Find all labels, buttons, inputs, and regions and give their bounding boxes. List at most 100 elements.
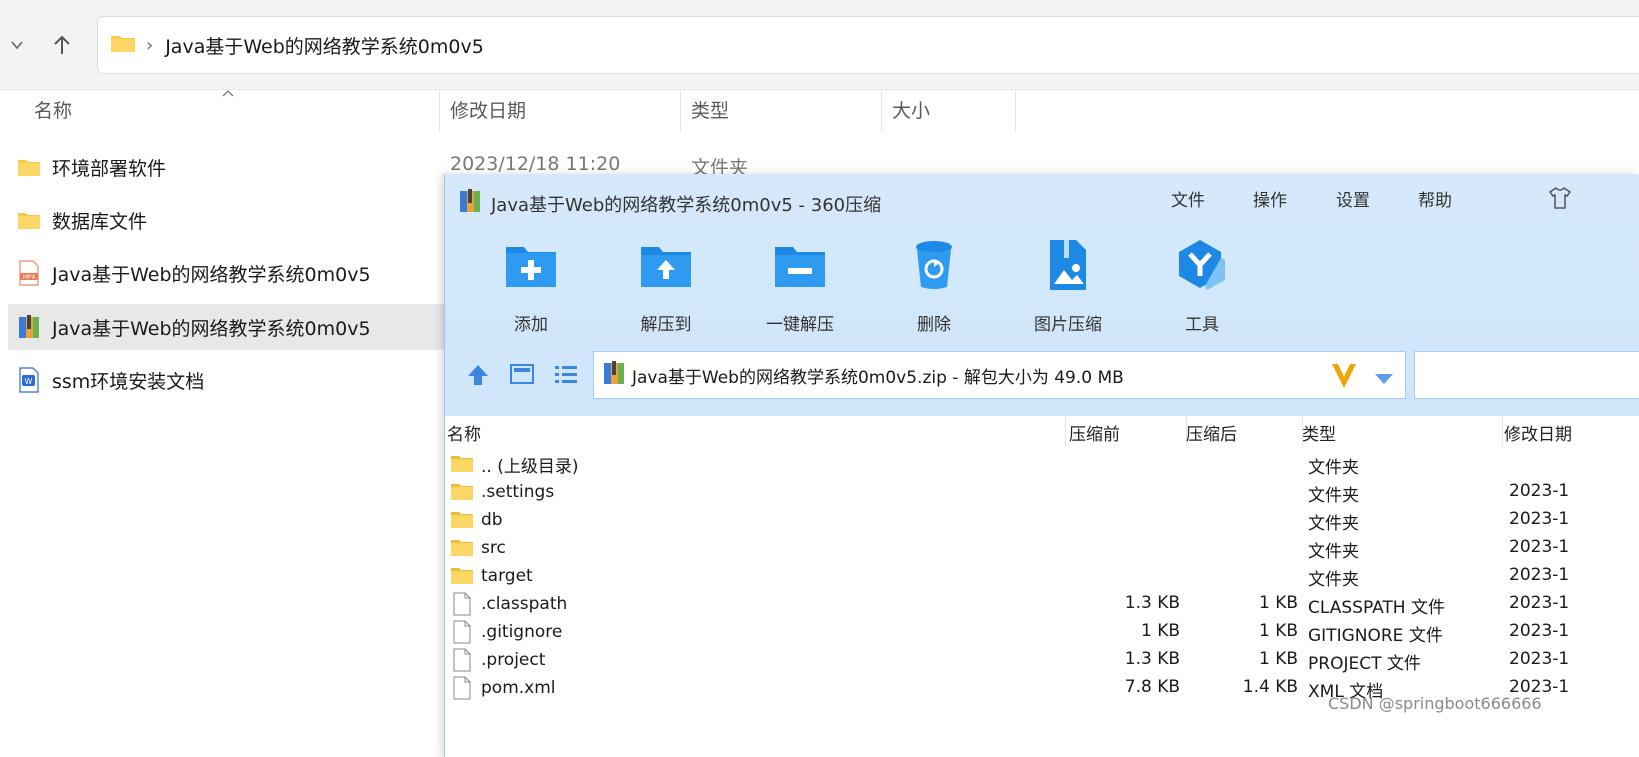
item-modified: 2023/12/18 11:20 [450, 153, 621, 175]
delete-button[interactable]: 删除 [874, 238, 994, 335]
folder-icon [110, 33, 136, 57]
col-header-modified[interactable]: 修改日期 [440, 90, 681, 132]
file-type: GITIGNORE 文件 [1308, 626, 1443, 646]
extract-to-button[interactable]: 解压到 [606, 238, 726, 335]
menu-operation[interactable]: 操作 [1253, 186, 1287, 211]
col-header-modified[interactable]: 修改日期 [1504, 420, 1572, 445]
file-date: 2023-1 [1509, 621, 1570, 641]
table-row[interactable]: .gitignore 1 KB 1 KB GITIGNORE 文件 2023-1 [445, 618, 1639, 646]
file-size-before: 1.3 KB [1124, 593, 1180, 613]
table-row[interactable]: src 文件夹 2023-1 [445, 534, 1639, 562]
file-date: 2023-1 [1509, 481, 1570, 501]
view-thumbnail-icon[interactable] [509, 362, 535, 390]
file-icon [449, 648, 475, 672]
file-date: 2023-1 [1509, 509, 1570, 529]
file-name: .classpath [481, 594, 568, 614]
list-item[interactable]: Java基于Web的网络教学系统0m0v5 [8, 304, 444, 350]
file-name: .. (上级目录) [481, 456, 579, 477]
list-item[interactable]: 数据库文件 [8, 197, 444, 243]
table-row[interactable]: .classpath 1.3 KB 1 KB CLASSPATH 文件 2023… [445, 590, 1639, 618]
item-name: Java基于Web的网络教学系统0m0v5 [52, 317, 371, 340]
file-name: src [481, 538, 506, 558]
folder-icon [449, 511, 475, 529]
file-icon [449, 620, 475, 644]
one-click-extract-label: 一键解压 [766, 315, 834, 335]
add-folder-icon [504, 241, 558, 293]
col-header-type[interactable]: 类型 [1302, 420, 1336, 445]
file-size-after: 1 KB [1258, 621, 1298, 641]
list-item[interactable]: W ssm环境安装文档 [8, 357, 444, 403]
explorer-column-headers: 名称 修改日期 类型 大小 [0, 90, 1639, 132]
col-header-type[interactable]: 类型 [681, 90, 882, 132]
window-title-text: Java基于Web的网络教学系统0m0v5 - 360压缩 [491, 194, 882, 216]
address-bar[interactable]: › Java基于Web的网络教学系统0m0v5 [97, 16, 1639, 74]
up-level-icon[interactable] [465, 362, 491, 392]
folder-icon [449, 483, 475, 501]
one-click-extract-icon [773, 241, 827, 293]
tools-icon [1175, 238, 1229, 296]
file-name: pom.xml [481, 678, 556, 698]
zip-window: Java基于Web的网络教学系统0m0v5 - 360压缩 文件 操作 设置 帮… [444, 174, 1639, 757]
zip-archive-icon [602, 360, 626, 391]
col-header-size[interactable]: 大小 [882, 90, 1016, 132]
item-name: 数据库文件 [52, 210, 148, 233]
view-list-icon[interactable] [553, 362, 579, 390]
col-header-before[interactable]: 压缩前 [1069, 420, 1120, 445]
zip-window-title: Java基于Web的网络教学系统0m0v5 - 360压缩 [457, 188, 881, 219]
v-logo-icon[interactable] [1329, 360, 1359, 395]
col-header-name[interactable]: 名称 [447, 420, 481, 445]
file-size-after: 1 KB [1258, 649, 1298, 669]
image-compress-button[interactable]: 图片压缩 [1008, 238, 1128, 335]
table-row[interactable]: .settings 文件夹 2023-1 [445, 478, 1639, 506]
file-type: 文件夹 [1308, 458, 1359, 478]
breadcrumb-separator: › [146, 34, 154, 56]
table-row[interactable]: .. (上级目录) 文件夹 [445, 450, 1639, 478]
path-bar: Java基于Web的网络教学系统0m0v5.zip - 解包大小为 49.0 M… [445, 346, 1639, 404]
skin-icon[interactable] [1547, 186, 1573, 214]
col-header-after[interactable]: 压缩后 [1186, 420, 1237, 445]
up-arrow-icon[interactable] [45, 28, 79, 62]
file-type: 文件夹 [1308, 514, 1359, 534]
list-item[interactable]: MP4 Java基于Web的网络教学系统0m0v5 [8, 250, 444, 296]
menu-help[interactable]: 帮助 [1418, 186, 1452, 211]
wps-doc-icon: W [16, 367, 42, 393]
list-item[interactable]: 环境部署软件 [8, 144, 444, 190]
image-compress-label: 图片压缩 [1034, 315, 1102, 335]
table-row[interactable]: .project 1.3 KB 1 KB PROJECT 文件 2023-1 [445, 646, 1639, 674]
tools-label: 工具 [1185, 315, 1219, 335]
archive-path-field[interactable]: Java基于Web的网络教学系统0m0v5.zip - 解包大小为 49.0 M… [593, 351, 1406, 399]
explorer-toolbar: › Java基于Web的网络教学系统0m0v5 [0, 0, 1639, 90]
breadcrumb-path[interactable]: Java基于Web的网络教学系统0m0v5 [165, 32, 484, 59]
folder-icon [449, 539, 475, 557]
table-row[interactable]: target 文件夹 2023-1 [445, 562, 1639, 590]
file-type: CLASSPATH 文件 [1308, 598, 1445, 618]
file-type: PROJECT 文件 [1308, 654, 1421, 674]
file-name: .settings [481, 482, 555, 502]
svg-text:MP4: MP4 [23, 274, 36, 281]
file-date: 2023-1 [1509, 537, 1570, 557]
file-date: 2023-1 [1509, 593, 1570, 613]
tools-button[interactable]: 工具 [1142, 238, 1262, 335]
file-size-before: 7.8 KB [1124, 677, 1180, 697]
add-button[interactable]: 添加 [471, 238, 591, 335]
menu-file[interactable]: 文件 [1171, 186, 1205, 211]
zip-archive-icon [457, 188, 483, 219]
delete-label: 删除 [917, 315, 951, 335]
archive-path-text: Java基于Web的网络教学系统0m0v5.zip - 解包大小为 49.0 M… [632, 367, 1124, 388]
chevron-down-icon[interactable] [0, 28, 34, 62]
folder-icon [449, 567, 475, 585]
file-icon [449, 592, 475, 616]
file-date: 2023-1 [1509, 649, 1570, 669]
image-compress-icon [1046, 238, 1090, 296]
col-header-name[interactable]: 名称 [24, 90, 440, 132]
file-date: 2023-1 [1509, 565, 1570, 585]
item-name: 环境部署软件 [52, 157, 167, 180]
file-size-after: 1 KB [1258, 593, 1298, 613]
menu-settings[interactable]: 设置 [1336, 186, 1370, 211]
one-click-extract-button[interactable]: 一键解压 [740, 238, 860, 335]
file-name: target [481, 566, 533, 586]
search-input[interactable] [1414, 351, 1639, 399]
table-row[interactable]: db 文件夹 2023-1 [445, 506, 1639, 534]
item-name: ssm环境安装文档 [52, 370, 205, 393]
chevron-down-icon[interactable] [1374, 370, 1394, 390]
